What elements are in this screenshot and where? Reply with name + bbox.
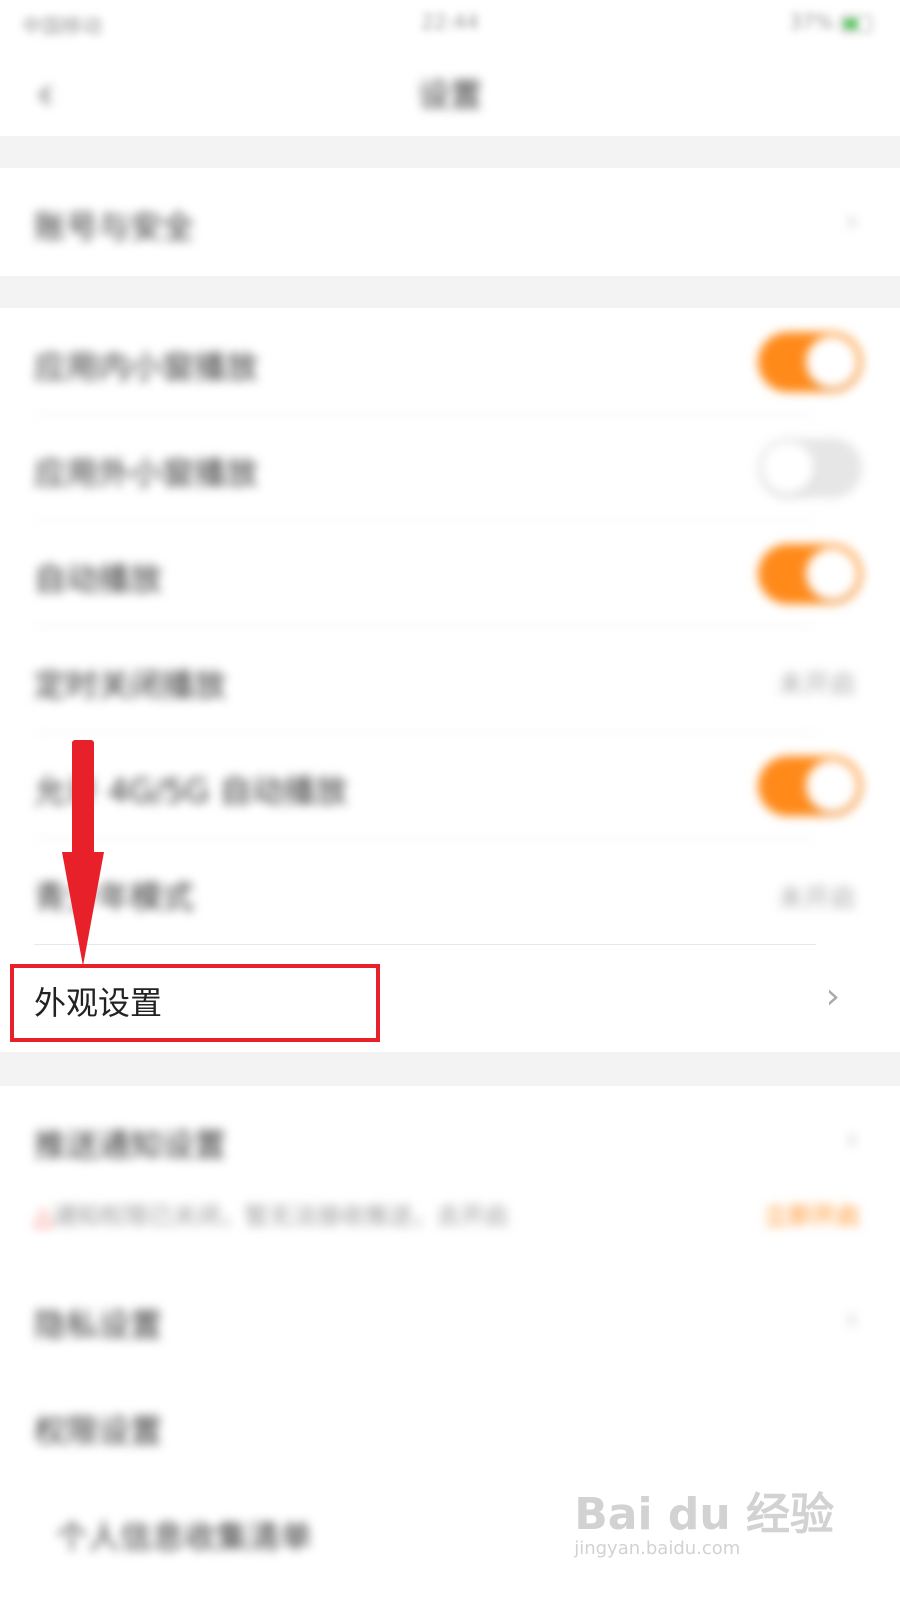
privacy-settings-row[interactable]: 隐私设置 › bbox=[0, 1266, 900, 1372]
row-value: 未开启 bbox=[777, 670, 856, 700]
chevron-right-icon: › bbox=[846, 204, 858, 239]
row-value: 未开启 bbox=[777, 884, 856, 914]
enable-now-link[interactable]: 立即开启 bbox=[764, 1196, 860, 1231]
section-gap bbox=[0, 1052, 900, 1086]
row-label: 青少年模式 bbox=[34, 878, 195, 916]
row-label: 应用内小窗播放 bbox=[34, 348, 259, 386]
warning-icon: △ bbox=[34, 1202, 53, 1230]
notification-desc: △通知权限已关闭，暂无法接收推送，去开启 bbox=[34, 1202, 509, 1230]
highlight-box bbox=[10, 964, 380, 1042]
row-label: 个人信息收集清单 bbox=[56, 1518, 313, 1556]
permission-settings-row[interactable]: 权限设置 bbox=[0, 1372, 900, 1478]
account-security-row[interactable]: 账号与安全 › bbox=[0, 168, 900, 276]
red-arrow-annotation bbox=[62, 740, 104, 966]
battery-status: 37% bbox=[789, 10, 872, 34]
baidu-watermark: Bai du 经验 jingyan.baidu.com bbox=[574, 1478, 834, 1559]
outapp-mini-window-row[interactable]: 应用外小窗播放 bbox=[0, 414, 900, 520]
battery-percent: 37% bbox=[789, 10, 834, 34]
row-label: 应用外小窗播放 bbox=[34, 454, 259, 492]
autoplay-row[interactable]: 自动播放 bbox=[0, 520, 900, 626]
chevron-right-icon: › bbox=[846, 1122, 858, 1157]
nav-bar: ‹ 设置 bbox=[0, 46, 900, 136]
row-label: 定时关闭播放 bbox=[34, 666, 227, 704]
arrow-head bbox=[62, 852, 104, 966]
row-label: 自动播放 bbox=[34, 560, 163, 598]
arrow-shaft bbox=[72, 740, 94, 860]
chevron-right-icon: › bbox=[825, 976, 840, 1017]
section-gap bbox=[0, 136, 900, 168]
inapp-mini-window-row[interactable]: 应用内小窗播放 bbox=[0, 308, 900, 414]
teen-mode-row[interactable]: 青少年模式 未开启 bbox=[0, 838, 900, 944]
page-title: 设置 bbox=[417, 76, 482, 114]
row-label: 账号与安全 bbox=[34, 208, 195, 246]
clock: 22:44 bbox=[421, 10, 479, 34]
divider bbox=[34, 944, 816, 945]
battery-icon bbox=[840, 14, 872, 33]
watermark-brand: Bai du 经验 bbox=[574, 1489, 834, 1540]
row-label: 权限设置 bbox=[34, 1412, 163, 1450]
row-label: 推送通知设置 bbox=[34, 1126, 227, 1164]
mobile-data-autoplay-row[interactable]: 允许 4G/5G 自动播放 bbox=[0, 732, 900, 838]
chevron-right-icon: › bbox=[846, 1302, 858, 1337]
autoplay-toggle[interactable] bbox=[758, 544, 862, 604]
mobile-data-autoplay-toggle[interactable] bbox=[758, 756, 862, 816]
timer-close-row[interactable]: 定时关闭播放 未开启 bbox=[0, 626, 900, 732]
status-bar: 中国移动 22:44 37% bbox=[0, 0, 900, 46]
outapp-mini-window-toggle[interactable] bbox=[758, 438, 862, 498]
section-gap bbox=[0, 276, 900, 308]
row-label: 隐私设置 bbox=[34, 1306, 163, 1344]
inapp-mini-window-toggle[interactable] bbox=[758, 332, 862, 392]
